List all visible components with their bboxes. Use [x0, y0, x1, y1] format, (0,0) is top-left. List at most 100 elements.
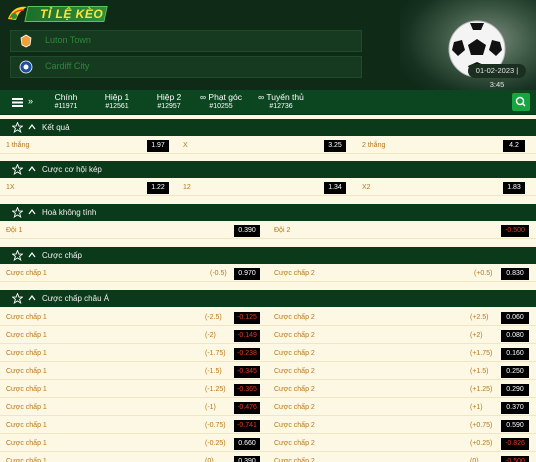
odds-value-button[interactable]: 0.060: [501, 312, 529, 324]
odds-label: Cược chấp 2: [274, 422, 315, 429]
odds-value-button[interactable]: 1.34: [324, 182, 346, 194]
star-icon[interactable]: [12, 164, 23, 175]
away-team-row[interactable]: Cardiff City: [10, 56, 362, 78]
section-title: Cược chấp: [42, 251, 82, 260]
section-header-co-hoi-kep[interactable]: Cược cơ hội kép: [0, 161, 536, 178]
handicap-value: (0): [470, 458, 479, 462]
odds-value-button[interactable]: 0.370: [501, 402, 529, 414]
odds-value-button[interactable]: -0.500: [501, 456, 529, 462]
section-header-cuoc-chap[interactable]: Cược chấp: [0, 247, 536, 264]
tab-hiep-1[interactable]: Hiệp 1 #12561: [101, 92, 133, 110]
section-header-chap-chau-a[interactable]: Cược chấp châu Á: [0, 290, 536, 307]
odds-value-button[interactable]: 4.2: [503, 140, 525, 152]
handicap-value: (+1.25): [470, 386, 493, 393]
logo-text: TỈ LỆ KÈO: [40, 7, 104, 21]
odds-label: Cược chấp 2: [274, 404, 315, 411]
match-datetime: 01-02-2023 | 3:45: [468, 64, 526, 89]
odds-row: Cược chấp 1 (-1.75) -0.238 Cược chấp 2 (+1.7…: [0, 345, 536, 362]
odds-value-button[interactable]: 1.97: [147, 140, 169, 152]
odds-row: Cược chấp 1 (-1.25) -0.365 Cược chấp 2 (+1.2…: [0, 381, 536, 398]
odds-label: Cược chấp 2: [274, 458, 315, 462]
odds-value-button[interactable]: 0.160: [501, 348, 529, 360]
odds-label: Cược chấp 2: [274, 386, 315, 393]
odds-label: Cược chấp 2: [274, 314, 315, 321]
odds-value-button[interactable]: 0.390: [234, 225, 260, 237]
odds-label: Cược chấp 1: [6, 404, 47, 411]
odds-value-button[interactable]: 0.250: [501, 366, 529, 378]
odds-row: 1X 1.22 12 1.34 X2 1.83: [0, 179, 536, 196]
odds-row: Đội 1 0.390 Đội 2 -0.500: [0, 222, 536, 239]
star-icon[interactable]: [12, 250, 23, 261]
section-header-ket-qua[interactable]: Kết quả: [0, 119, 536, 136]
odds-label: 2 thắng: [362, 142, 386, 149]
chevron-up-icon[interactable]: [28, 251, 36, 259]
odds-value-button[interactable]: -0.238: [234, 348, 260, 360]
handicap-value: (+0.75): [470, 422, 493, 429]
odds-value-button[interactable]: -0.500: [501, 225, 529, 237]
odds-value-button[interactable]: 1.83: [503, 182, 525, 194]
odds-value-button[interactable]: -0.826: [501, 438, 529, 450]
odds-value-button[interactable]: 0.660: [234, 438, 260, 450]
odds-label: X: [183, 142, 188, 149]
odds-label: Cược chấp 1: [6, 386, 47, 393]
home-team-name: Luton Town: [45, 35, 91, 45]
odds-value-button[interactable]: 1.22: [147, 182, 169, 194]
star-icon[interactable]: [12, 293, 23, 304]
search-icon: [515, 96, 526, 107]
odds-value-button[interactable]: -0.365: [234, 384, 260, 396]
odds-row: Cược chấp 1 (-0.5) 0.970 Cược chấp 2 (+0…: [0, 265, 536, 282]
site-logo[interactable]: TỈ LỆ KÈO: [2, 2, 108, 24]
odds-value-button[interactable]: -0.125: [234, 312, 260, 324]
odds-label: Cược chấp 1: [6, 332, 47, 339]
odds-row: Cược chấp 1 (0) 0.390 Cược chấp 2 (0) -0.500: [0, 453, 536, 462]
handicap-value: (-1.25): [205, 386, 226, 393]
odds-row: Cược chấp 1 (-2) -0.149 Cược chấp 2 (+2) 0.08…: [0, 327, 536, 344]
search-button[interactable]: [512, 93, 530, 111]
odds-value-button[interactable]: 0.830: [501, 268, 529, 280]
odds-label: Cược chấp 2: [274, 350, 315, 357]
star-icon[interactable]: [12, 207, 23, 218]
chevron-up-icon[interactable]: [28, 208, 36, 216]
odds-value-button[interactable]: 0.590: [501, 420, 529, 432]
odds-value-button[interactable]: 0.080: [501, 330, 529, 342]
tab-hiep-2[interactable]: Hiệp 2 #12957: [153, 92, 185, 110]
odds-label: Cược chấp 1: [6, 350, 47, 357]
star-icon[interactable]: [12, 122, 23, 133]
odds-label: Cược chấp 2: [274, 368, 315, 375]
handicap-value: (+2): [470, 332, 483, 339]
handicap-value: (-1.75): [205, 350, 226, 357]
odds-value-button[interactable]: 0.290: [501, 384, 529, 396]
odds-label: Đội 1: [6, 227, 23, 234]
tab-phat-goc[interactable]: ∞ Phạt góc #10255: [196, 92, 246, 110]
tab-tuyen-thu[interactable]: ∞ Tuyến thủ #12736: [255, 92, 307, 110]
chevron-up-icon[interactable]: [28, 165, 36, 173]
odds-label: Cược chấp 1: [6, 440, 47, 447]
away-team-name: Cardiff City: [45, 61, 90, 71]
odds-label: Cược chấp 1: [6, 270, 47, 277]
odds-value-button[interactable]: 0.390: [234, 456, 260, 462]
chevron-up-icon[interactable]: [28, 123, 36, 131]
list-view-icon[interactable]: [12, 98, 23, 107]
handicap-value: (-0.75): [205, 422, 226, 429]
odds-label: 12: [183, 184, 191, 191]
odds-value-button[interactable]: 3.25: [324, 140, 346, 152]
handicap-value: (-1.5): [205, 368, 222, 375]
section-title: Kết quả: [42, 123, 70, 132]
odds-label: Cược chấp 1: [6, 368, 47, 375]
home-team-row[interactable]: Luton Town: [10, 30, 362, 52]
section-header-hoa-khong-tinh[interactable]: Hoà không tính: [0, 204, 536, 221]
tab-chinh[interactable]: Chính #11971: [50, 92, 82, 110]
odds-label: Cược chấp 2: [274, 332, 315, 339]
odds-value-button[interactable]: -0.741: [234, 420, 260, 432]
handicap-value: (-2): [205, 332, 216, 339]
chevron-up-icon[interactable]: [28, 294, 36, 302]
odds-value-button[interactable]: 0.970: [234, 268, 260, 280]
away-team-logo: [19, 60, 33, 74]
odds-value-button[interactable]: -0.149: [234, 330, 260, 342]
odds-label: Đội 2: [274, 227, 291, 234]
section-title: Hoà không tính: [42, 208, 97, 217]
double-chevron-down-icon[interactable]: »: [28, 96, 33, 106]
odds-value-button[interactable]: -0.476: [234, 402, 260, 414]
handicap-value: (-0.5): [210, 270, 227, 277]
odds-value-button[interactable]: -0.345: [234, 366, 260, 378]
